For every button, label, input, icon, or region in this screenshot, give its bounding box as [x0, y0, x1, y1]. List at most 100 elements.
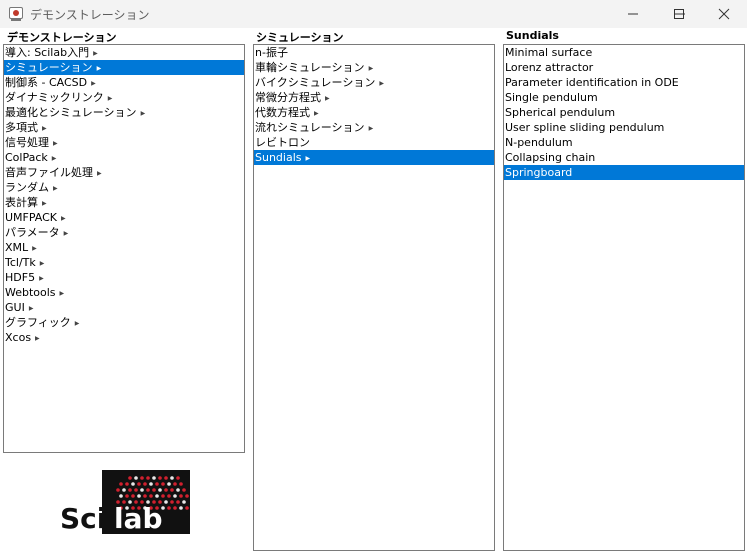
- logo-dot: [158, 488, 162, 492]
- close-button[interactable]: [701, 0, 747, 28]
- logo-dot: [140, 476, 144, 480]
- submenu-arrow-icon: ▶: [39, 259, 45, 267]
- list-item[interactable]: 車輪シミュレーション ▶: [254, 60, 494, 75]
- list-item-label: n-振子: [255, 46, 288, 59]
- list-item[interactable]: Springboard: [504, 165, 744, 180]
- list-item[interactable]: パラメータ ▶: [4, 225, 244, 240]
- list-item[interactable]: ColPack ▶: [4, 150, 244, 165]
- list-item-label: レビトロン: [255, 136, 310, 149]
- column-title-sundials: Sundials: [506, 29, 559, 42]
- logo-dot: [146, 476, 150, 480]
- list-item-label: 車輪シミュレーション: [255, 61, 365, 74]
- list-item[interactable]: Sundials ▶: [254, 150, 494, 165]
- logo-dot: [164, 500, 168, 504]
- list-item[interactable]: HDF5 ▶: [4, 270, 244, 285]
- list-item[interactable]: Minimal surface: [504, 45, 744, 60]
- list-item[interactable]: グラフィック ▶: [4, 315, 244, 330]
- close-icon: [718, 8, 730, 20]
- list-item-label: 音声ファイル処理: [5, 166, 93, 179]
- list-item[interactable]: シミュレーション ▶: [4, 60, 244, 75]
- maximize-button[interactable]: [656, 0, 702, 28]
- logo-dot: [176, 500, 180, 504]
- list-item[interactable]: 多項式 ▶: [4, 120, 244, 135]
- list-item-label: 信号処理: [5, 136, 49, 149]
- simulation-listbox[interactable]: n-振子 車輪シミュレーション ▶ バイクシミュレーション ▶ 常微分方程式 ▶ 代数方程式 ▶…: [253, 44, 495, 551]
- logo-dot: [176, 476, 180, 480]
- list-item[interactable]: Collapsing chain: [504, 150, 744, 165]
- logo-dot: [137, 494, 141, 498]
- submenu-arrow-icon: ▶: [368, 124, 374, 132]
- list-item[interactable]: Parameter identification in ODE: [504, 75, 744, 90]
- list-item-label: ランダム: [5, 181, 49, 194]
- submenu-arrow-icon: ▶: [53, 139, 58, 147]
- submenu-arrow-icon: ▶: [93, 49, 98, 57]
- logo-dot: [131, 494, 135, 498]
- logo-dot: [167, 482, 171, 486]
- list-item[interactable]: Spherical pendulum: [504, 105, 744, 120]
- list-item[interactable]: 代数方程式 ▶: [254, 105, 494, 120]
- list-item[interactable]: Tcl/Tk ▶: [4, 255, 244, 270]
- list-item[interactable]: 流れシミュレーション ▶: [254, 120, 494, 135]
- logo-dot: [128, 488, 132, 492]
- list-item[interactable]: Single pendulum: [504, 90, 744, 105]
- minimize-button[interactable]: [610, 0, 656, 28]
- list-item-label: 常微分方程式: [255, 91, 321, 104]
- logo-dot: [182, 488, 186, 492]
- list-item[interactable]: 表計算 ▶: [4, 195, 244, 210]
- logo-text-sci: Sci: [60, 502, 106, 534]
- logo-dot: [134, 488, 138, 492]
- logo-dot: [170, 476, 174, 480]
- app-icon: [9, 7, 23, 21]
- list-item[interactable]: Lorenz attractor: [504, 60, 744, 75]
- list-item[interactable]: Webtools ▶: [4, 285, 244, 300]
- list-item[interactable]: N-pendulum: [504, 135, 744, 150]
- list-item[interactable]: レビトロン: [254, 135, 494, 150]
- list-item[interactable]: Xcos ▶: [4, 330, 244, 345]
- list-item[interactable]: 常微分方程式 ▶: [254, 90, 494, 105]
- logo-dot: [143, 482, 147, 486]
- list-item[interactable]: User spline sliding pendulum: [504, 120, 744, 135]
- list-item[interactable]: GUI ▶: [4, 300, 244, 315]
- submenu-arrow-icon: ▶: [42, 124, 47, 132]
- maximize-icon: [674, 9, 684, 19]
- list-item-label: UMFPACK: [5, 211, 58, 224]
- list-item[interactable]: XML ▶: [4, 240, 244, 255]
- logo-dot: [158, 476, 162, 480]
- submenu-arrow-icon: ▶: [51, 154, 57, 162]
- list-item[interactable]: 導入: Scilab入門 ▶: [4, 45, 244, 60]
- sundials-listbox[interactable]: Minimal surface Lorenz attractor Parameter…: [503, 44, 745, 551]
- submenu-arrow-icon: ▶: [325, 94, 330, 102]
- logo-dot: [173, 494, 177, 498]
- scilab-logo: Sci lab: [60, 470, 190, 534]
- list-item[interactable]: UMFPACK ▶: [4, 210, 244, 225]
- logo-dot: [179, 482, 183, 486]
- list-item-label: ダイナミックリンク: [5, 91, 104, 104]
- submenu-arrow-icon: ▶: [96, 64, 102, 72]
- logo-dot: [167, 494, 171, 498]
- submenu-arrow-icon: ▶: [368, 64, 374, 72]
- logo-text-lab: lab: [114, 502, 163, 534]
- list-item[interactable]: 最適化とシミュレーション ▶: [4, 105, 244, 120]
- list-item[interactable]: バイクシミュレーション ▶: [254, 75, 494, 90]
- list-item-label: パラメータ: [5, 226, 60, 239]
- demos-listbox[interactable]: 導入: Scilab入門 ▶ シミュレーション ▶ 制御系 - CACSD ▶ ダイナミック…: [3, 44, 245, 453]
- logo-dot: [179, 494, 183, 498]
- logo-dot: [182, 500, 186, 504]
- list-item[interactable]: 音声ファイル処理 ▶: [4, 165, 244, 180]
- logo-dot: [149, 494, 153, 498]
- list-item[interactable]: ダイナミックリンク ▶: [4, 90, 244, 105]
- list-item-label: Tcl/Tk: [5, 256, 36, 269]
- list-item[interactable]: n-振子: [254, 45, 494, 60]
- list-item-label: Single pendulum: [505, 91, 598, 104]
- list-item-label: Springboard: [505, 166, 573, 179]
- submenu-arrow-icon: ▶: [305, 154, 311, 162]
- submenu-arrow-icon: ▶: [61, 214, 66, 222]
- submenu-arrow-icon: ▶: [42, 199, 47, 207]
- logo-dot: [149, 482, 153, 486]
- list-item[interactable]: ランダム ▶: [4, 180, 244, 195]
- logo-dot: [176, 488, 180, 492]
- list-item-label: グラフィック: [5, 316, 71, 329]
- list-item[interactable]: 信号処理 ▶: [4, 135, 244, 150]
- list-item[interactable]: 制御系 - CACSD ▶: [4, 75, 244, 90]
- logo-dot: [161, 494, 165, 498]
